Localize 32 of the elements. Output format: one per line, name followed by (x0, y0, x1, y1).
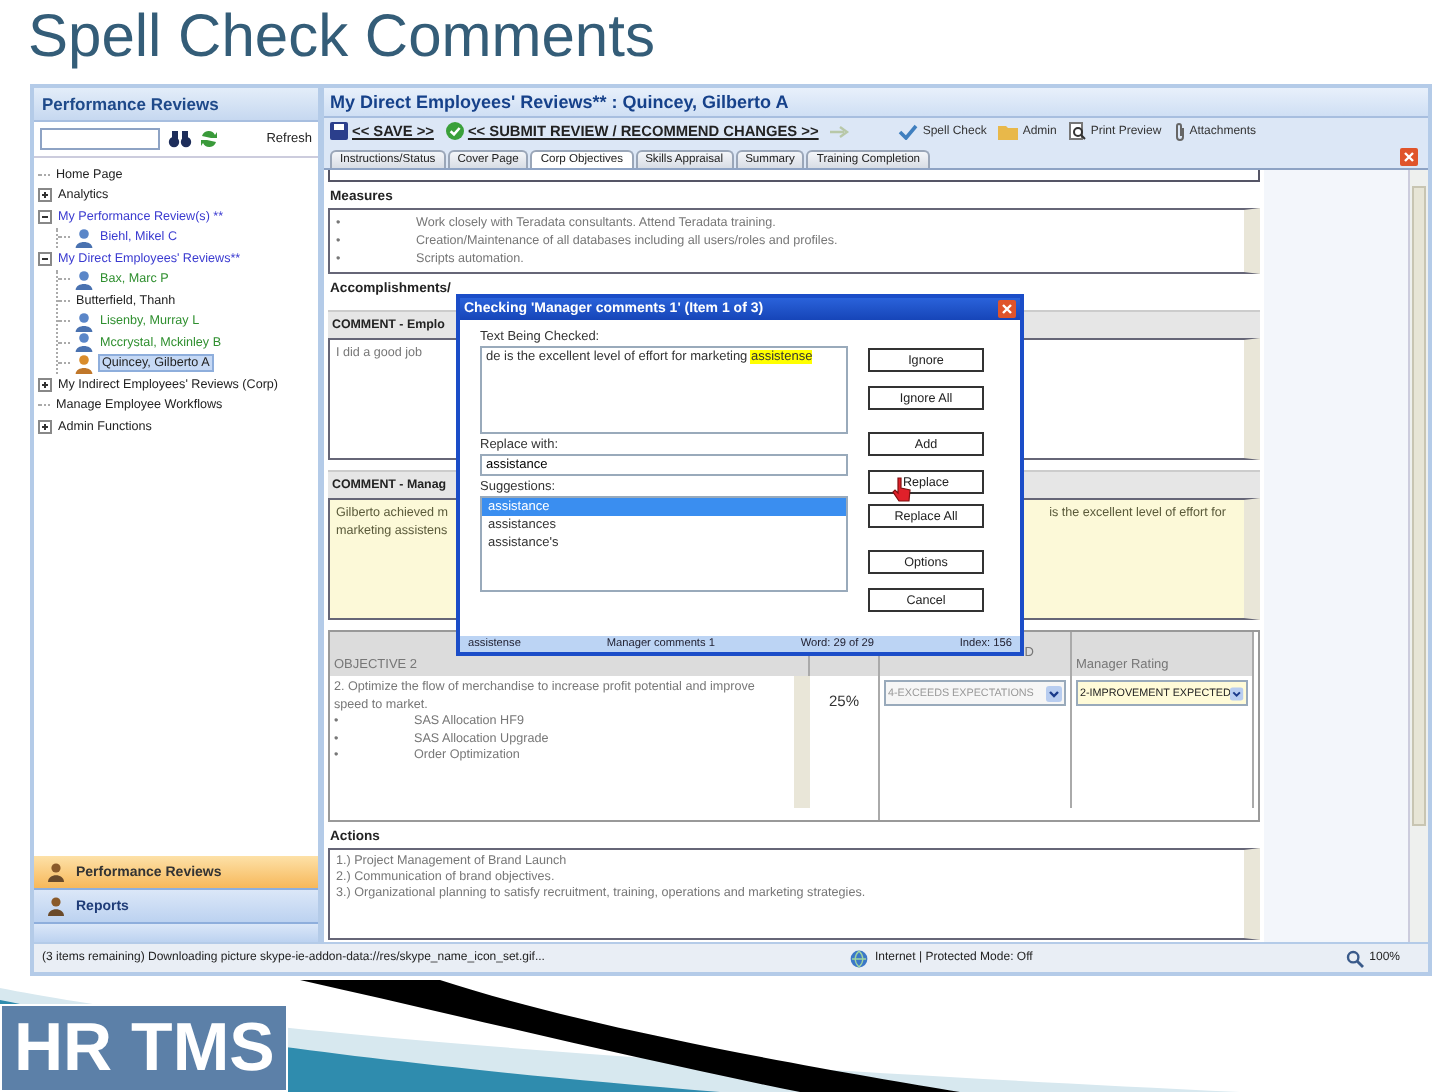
person-icon (74, 332, 94, 353)
people-icon (46, 862, 66, 882)
expand-toggle-icon[interactable] (38, 188, 52, 203)
logo: HR TMS (0, 1004, 289, 1092)
slide-title: Spell Check Comments (26, 2, 655, 74)
globe-icon (850, 949, 869, 967)
people-icon (46, 896, 66, 916)
expand-toggle-icon[interactable] (38, 251, 52, 266)
expand-toggle-icon[interactable] (38, 209, 52, 224)
arrow-icon (830, 125, 851, 137)
close-icon[interactable] (998, 300, 1016, 318)
refresh-icon[interactable] (200, 130, 218, 148)
paperclip-icon (1173, 121, 1186, 141)
person-icon (74, 353, 94, 374)
scrollbar[interactable] (1408, 170, 1428, 942)
person-icon (74, 269, 94, 290)
check-mark-icon (898, 123, 919, 139)
dropdown-arrow-icon (1230, 685, 1244, 701)
check-circle-icon (445, 122, 464, 140)
expand-toggle-icon[interactable] (38, 419, 52, 434)
magnifier-page-icon (1068, 122, 1087, 140)
folder-icon (998, 123, 1019, 139)
sidebar-title: Performance Reviews (34, 88, 318, 122)
close-icon[interactable] (1400, 148, 1418, 166)
review-title: My Direct Employees' Reviews** : Quincey, Gilberto A (324, 88, 1428, 118)
dropdown-arrow-icon (1046, 685, 1062, 701)
expand-toggle-icon[interactable] (38, 377, 52, 392)
person-icon (74, 227, 94, 248)
search-field[interactable] (40, 128, 160, 150)
binoculars-icon[interactable] (168, 130, 192, 148)
person-icon (74, 311, 94, 332)
magnifier-icon[interactable] (1345, 949, 1364, 967)
